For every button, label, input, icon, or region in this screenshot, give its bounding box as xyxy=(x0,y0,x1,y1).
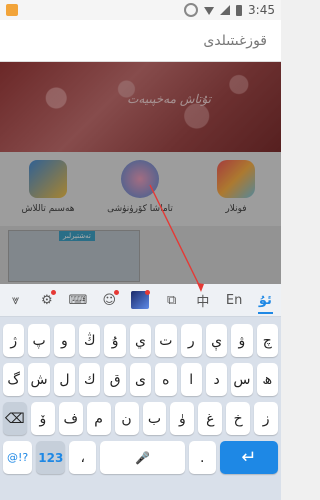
status-bar: 3:45 xyxy=(0,0,281,20)
notification-icon xyxy=(6,4,18,16)
key[interactable]: م xyxy=(86,402,111,435)
space-key[interactable]: 🎤 xyxy=(100,441,185,474)
clock: 3:45 xyxy=(248,3,275,17)
badge-dot xyxy=(113,290,119,295)
key[interactable]: ژ xyxy=(3,324,25,357)
keyboard-toolbar: ⩔ ⚙ ⌨ ☺ ⧉ 中 En ئۇ xyxy=(0,284,281,317)
key[interactable]: چ xyxy=(256,324,278,357)
settings-icon[interactable]: ⚙ xyxy=(31,284,62,316)
badge-dot xyxy=(145,290,151,295)
enter-key[interactable]: ↵ xyxy=(219,441,278,474)
key-row-4: @!? 123 ، 🎤 . ↵ xyxy=(0,441,281,474)
key[interactable]: ڭ xyxy=(79,324,101,357)
microphone-icon: 🎤 xyxy=(135,450,150,465)
chinese-input-button[interactable]: 中 xyxy=(187,284,218,316)
search-input[interactable]: قوزغىتىلدى xyxy=(0,20,281,62)
key[interactable]: ل xyxy=(53,363,76,396)
key-row-1: ژ پ و ڭ ۇ ي ت ر ې ۋ چ xyxy=(0,324,281,357)
search-text: قوزغىتىلدى xyxy=(203,32,267,49)
key[interactable]: ا xyxy=(180,363,202,396)
numbers-key[interactable]: 123 xyxy=(36,441,66,474)
signal-icon xyxy=(220,5,231,15)
sync-icon xyxy=(184,3,199,17)
key[interactable]: ۋ xyxy=(231,324,253,357)
key[interactable]: ق xyxy=(104,363,126,396)
key[interactable]: ې xyxy=(205,324,228,357)
period-key[interactable]: . xyxy=(189,441,216,474)
key[interactable]: ى xyxy=(129,363,152,396)
settings-glyph: ⚙ xyxy=(41,292,53,308)
symbols-key[interactable]: @!? xyxy=(3,441,33,474)
key[interactable]: ۈ xyxy=(170,402,195,435)
comma-key[interactable]: ، xyxy=(69,441,96,474)
emoji-icon[interactable]: ☺ xyxy=(94,284,125,316)
key[interactable]: ش xyxy=(28,363,50,396)
key[interactable]: ت xyxy=(155,324,177,357)
key-rows: ژ پ و ڭ ۇ ي ت ر ې ۋ چ گ ش ل ك ق ى ە ا د … xyxy=(0,318,281,474)
key[interactable]: و xyxy=(53,324,76,357)
collapse-icon[interactable]: ⩔ xyxy=(0,284,31,316)
skin-image-icon[interactable] xyxy=(125,284,156,316)
key[interactable]: ن xyxy=(114,402,139,435)
dim-overlay xyxy=(0,62,281,284)
key-row-3: ⌫ ۆ ف م ن ب ۈ غ خ ز xyxy=(0,402,281,435)
key[interactable]: گ xyxy=(3,363,25,396)
battery-icon xyxy=(236,4,243,16)
key[interactable]: ب xyxy=(142,402,167,435)
key[interactable]: ف xyxy=(58,402,83,435)
wifi-icon xyxy=(204,7,215,15)
key[interactable]: س xyxy=(231,363,253,396)
key[interactable]: ي xyxy=(129,324,152,357)
uyghur-input-button[interactable]: ئۇ xyxy=(250,284,281,316)
key[interactable]: ھ xyxy=(256,363,278,396)
key[interactable]: ك xyxy=(79,363,101,396)
key[interactable]: ر xyxy=(180,324,202,357)
backspace-key[interactable]: ⌫ xyxy=(2,402,27,435)
keyboard-layout-icon[interactable]: ⌨ xyxy=(62,284,93,316)
key[interactable]: غ xyxy=(198,402,223,435)
emoji-glyph: ☺ xyxy=(102,292,117,308)
key[interactable]: ۇ xyxy=(104,324,126,357)
key[interactable]: د xyxy=(205,363,228,396)
clipboard-icon[interactable]: ⧉ xyxy=(156,284,187,316)
key[interactable]: پ xyxy=(28,324,50,357)
badge-dot xyxy=(51,290,57,295)
key-row-2: گ ش ل ك ق ى ە ا د س ھ xyxy=(0,363,281,396)
key[interactable]: ە xyxy=(155,363,177,396)
english-input-button[interactable]: En xyxy=(219,284,250,316)
key[interactable]: خ xyxy=(226,402,251,435)
key[interactable]: ۆ xyxy=(30,402,55,435)
key[interactable]: ز xyxy=(254,402,279,435)
